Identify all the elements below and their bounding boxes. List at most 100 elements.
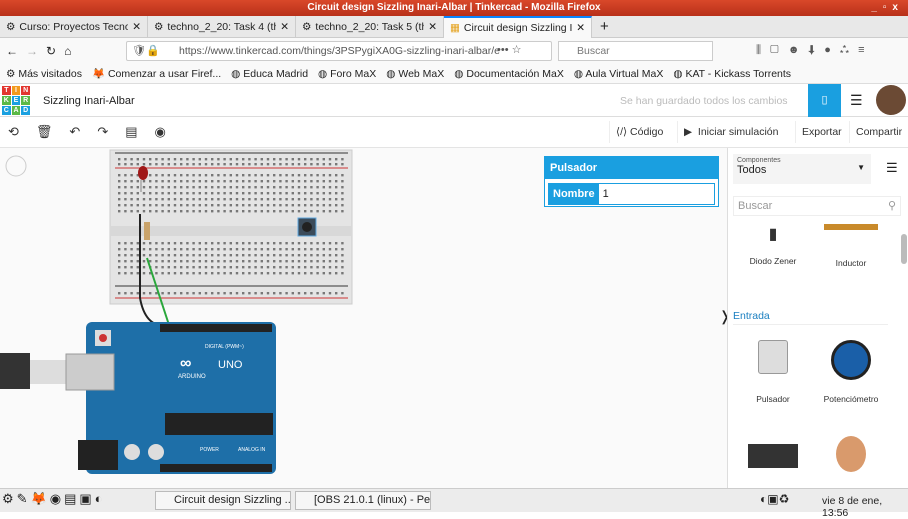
- url-bar[interactable]: https://www.tinkercad.com/things/3PSPygi…: [126, 41, 552, 61]
- breadboard-hole: [328, 254, 332, 257]
- clock[interactable]: vie 8 de ene, 13:56: [822, 495, 908, 519]
- component-inductor[interactable]: Inductor: [818, 224, 884, 268]
- breadboard-hole: [155, 174, 158, 177]
- forward-icon[interactable]: →: [26, 44, 38, 58]
- browser-tab[interactable]: ⚙ techno_2_20: Task 4 (th ✕: [148, 16, 296, 38]
- circuit-canvas[interactable]: ∞ UNO ARDUINO DIGITAL (PWM~) POWER ANALO…: [0, 148, 731, 488]
- breadboard-hole: [316, 210, 319, 213]
- breadboard-hole: [273, 260, 276, 263]
- home-icon[interactable]: ⌂: [64, 44, 71, 58]
- search-input[interactable]: Buscar: [558, 41, 713, 61]
- breadboard-hole: [254, 254, 257, 257]
- bookmark[interactable]: ⚙ Más visitados: [6, 68, 82, 80]
- window-title: Circuit design Sizzling Inari-Albar | Ti…: [307, 2, 601, 13]
- component-pulsador[interactable]: Pulsador: [743, 340, 803, 404]
- share-button[interactable]: Compartir: [849, 121, 908, 143]
- bookmark[interactable]: ◍ KAT - Kickass Torrents: [673, 68, 791, 80]
- breadboard-hole: [235, 204, 239, 207]
- svg-text:∞: ∞: [180, 355, 191, 372]
- components-filter-dropdown[interactable]: Componentes Todos ▼: [733, 154, 871, 184]
- breadboard-hole: [322, 204, 325, 207]
- breadboard-hole: [167, 254, 170, 257]
- page-actions-icon[interactable]: ••• ☆: [497, 43, 521, 56]
- project-name[interactable]: Sizzling Inari-Albar: [43, 95, 135, 107]
- code-button[interactable]: ⟨/⟩ Código: [609, 121, 669, 143]
- breadboard-hole: [242, 192, 245, 195]
- breadboard-hole: [328, 292, 332, 295]
- browser-tab[interactable]: ⚙ techno_2_20: Task 5 (th ✕: [296, 16, 444, 38]
- bookmark[interactable]: 🦊 Comenzar a usar Firef...: [92, 67, 221, 80]
- components-panel: Componentes Todos ▼ ☰ Buscar ⚲ ▮ Diodo Zen…: [727, 148, 908, 488]
- breadboard-hole: [173, 260, 177, 263]
- start-simulation-button[interactable]: ▶ Iniciar simulación: [677, 121, 784, 143]
- component-diodo-zener[interactable]: ▮ Diodo Zener: [743, 224, 803, 266]
- breadboard-hole: [167, 204, 170, 207]
- breadboard-hole: [167, 180, 170, 183]
- breadboard-hole: [242, 174, 245, 177]
- breadboard-hole: [254, 260, 257, 263]
- bookmark[interactable]: ◍ Aula Virtual MaX: [574, 68, 664, 80]
- close-tab-icon[interactable]: ✕: [576, 22, 585, 34]
- bookmark[interactable]: ◍ Foro MaX: [318, 68, 376, 80]
- breadboard-hole: [279, 158, 282, 161]
- breadboard-hole: [304, 292, 307, 295]
- browser-tab[interactable]: ⚙ Curso: Proyectos Tecnol ✕: [0, 16, 148, 38]
- breadboard-hole: [155, 180, 158, 183]
- breadboard-hole: [198, 192, 201, 195]
- breadboard-hole: [161, 180, 164, 183]
- list-view-icon[interactable]: ☰: [850, 92, 863, 109]
- list-icon[interactable]: ☰: [886, 160, 898, 176]
- components-search-input[interactable]: Buscar ⚲: [733, 196, 901, 216]
- favicon-icon: ▦: [450, 22, 460, 34]
- back-icon[interactable]: ←: [6, 44, 18, 58]
- breadboard-hole: [180, 248, 183, 251]
- window-controls[interactable]: _▫x: [871, 0, 904, 16]
- breadboard-hole: [291, 204, 294, 207]
- breadboard-hole: [273, 158, 276, 161]
- breadboard-hole: [149, 210, 152, 213]
- breadboard-hole: [304, 210, 307, 213]
- task-obs[interactable]: [OBS 21.0.1 (linux) - Pe...: [295, 491, 431, 510]
- breadboard-hole: [279, 260, 282, 263]
- reload-icon[interactable]: ↻: [46, 44, 56, 58]
- breadboard-hole: [211, 242, 214, 245]
- name-input[interactable]: 1: [599, 184, 714, 204]
- breadboard-hole: [291, 272, 294, 275]
- task-firefox[interactable]: Circuit design Sizzling ...: [155, 491, 291, 510]
- notes-icon: ▤: [125, 124, 155, 139]
- close-tab-icon[interactable]: ✕: [428, 21, 437, 33]
- breadboard-hole: [124, 180, 127, 183]
- panel-scrollbar[interactable]: [901, 234, 907, 264]
- tinkercad-logo[interactable]: TIN KER CAD: [2, 86, 30, 115]
- browser-tab-active[interactable]: ▦ Circuit design Sizzling In ✕: [444, 16, 592, 38]
- component-potenciometro[interactable]: Potenciómetro: [818, 340, 884, 404]
- breadboard-hole: [328, 174, 332, 177]
- breadboard-hole: [204, 254, 208, 257]
- breadboard-hole: [229, 180, 232, 183]
- browser-toolbar-icons[interactable]: ⫼▢☻⬇●⁂≡: [756, 44, 874, 57]
- close-tab-icon[interactable]: ✕: [280, 21, 289, 33]
- breadboard-hole: [180, 158, 183, 161]
- bookmark[interactable]: ◍ Educa Madrid: [231, 68, 308, 80]
- breadboard-hole: [316, 204, 319, 207]
- breadboard-hole: [118, 260, 121, 263]
- breadboard-hole: [297, 260, 301, 263]
- new-tab-button[interactable]: +: [592, 16, 617, 37]
- breadboard-hole: [204, 186, 208, 189]
- breadboard-hole: [124, 260, 127, 263]
- bookmark[interactable]: ◍ Web MaX: [386, 68, 444, 80]
- breadboard-hole: [316, 248, 319, 251]
- avatar[interactable]: [876, 85, 906, 115]
- edit-tools[interactable]: ⟲🗑↶↷▤◉: [8, 124, 183, 140]
- export-button[interactable]: Exportar: [795, 121, 848, 143]
- close-tab-icon[interactable]: ✕: [132, 21, 141, 33]
- tray-icons[interactable]: ◐▣♻: [760, 492, 789, 506]
- component-photoresistor[interactable]: [836, 436, 866, 472]
- breadboard-hole: [136, 186, 139, 189]
- breadboard-hole: [211, 158, 214, 161]
- breadboard-hole: [173, 163, 177, 166]
- launcher-icons[interactable]: ⚙✎🦊◉▤▣◐: [2, 491, 106, 507]
- circuit-view-button[interactable]: ▯: [808, 84, 841, 117]
- bookmark[interactable]: ◍ Documentación MaX: [454, 68, 564, 80]
- component-slide-switch[interactable]: [748, 444, 798, 468]
